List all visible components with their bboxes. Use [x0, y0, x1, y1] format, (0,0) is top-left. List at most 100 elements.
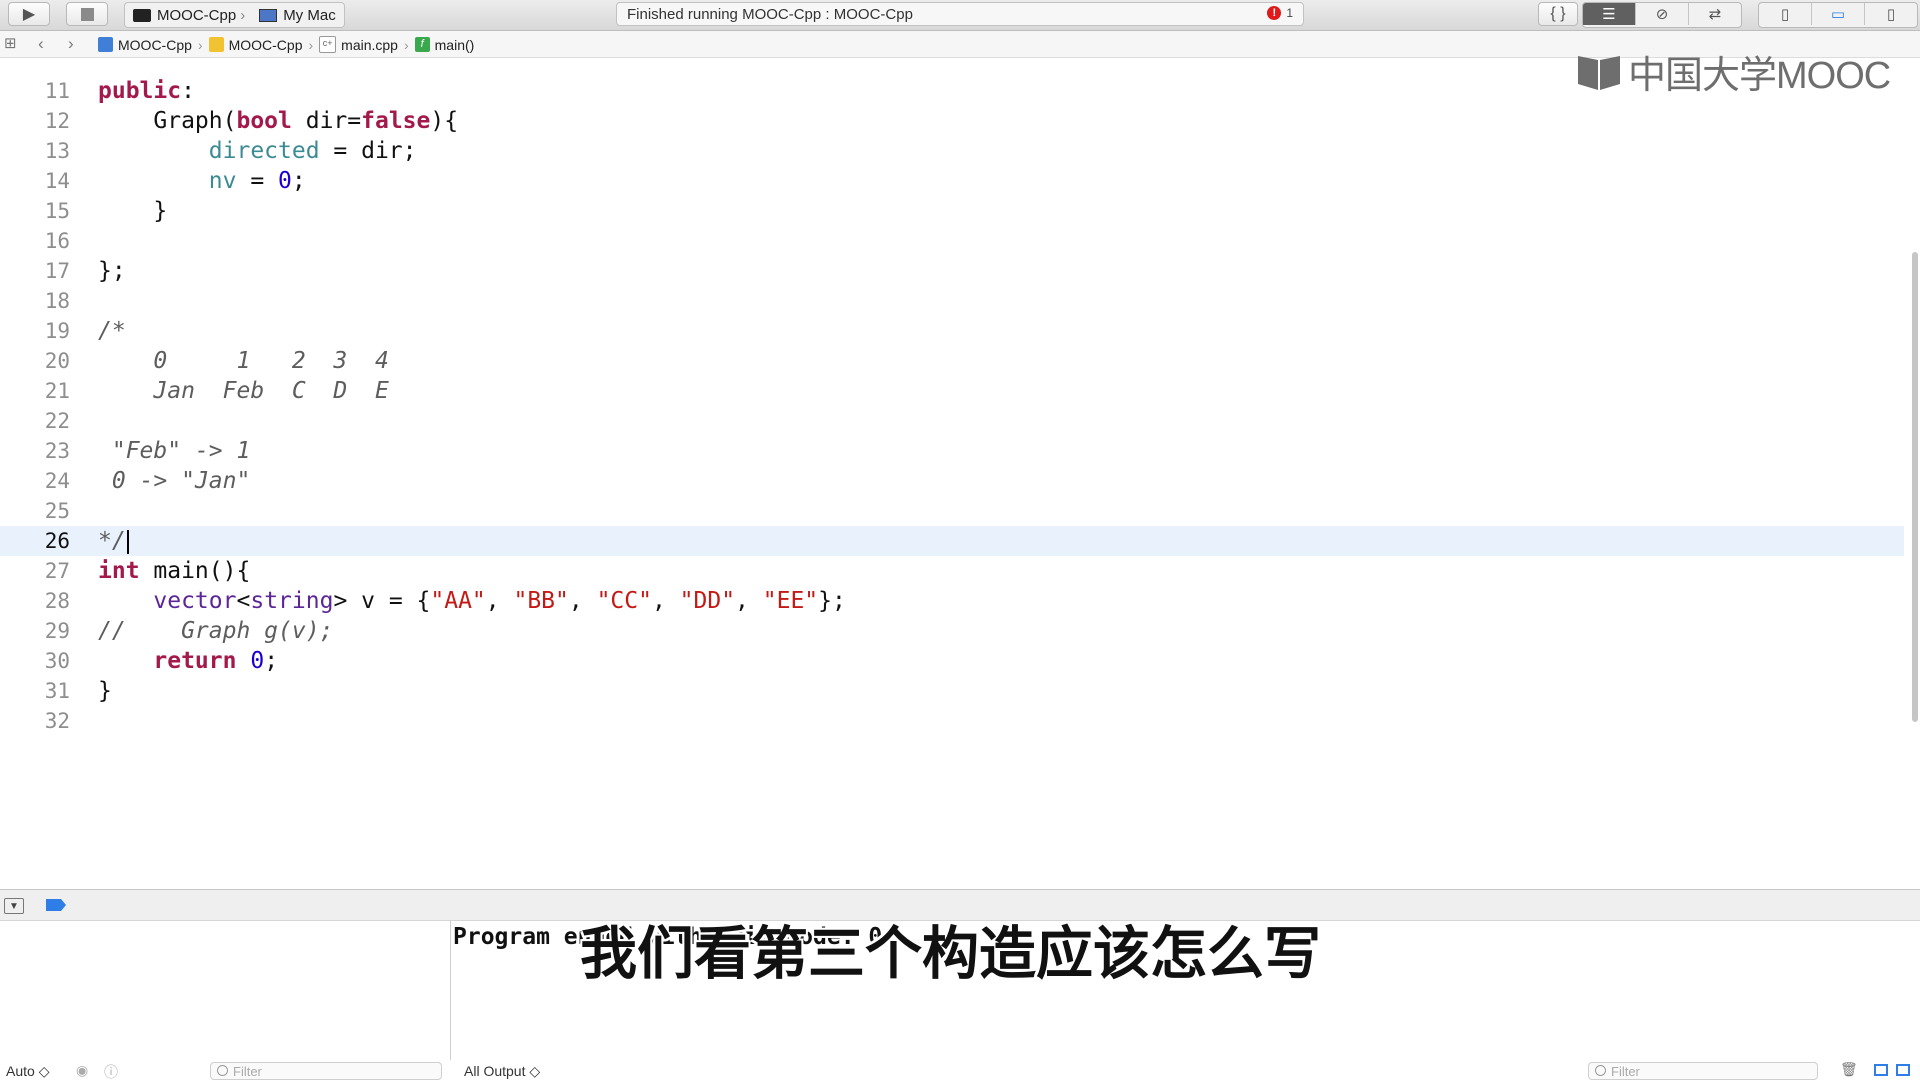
lines-icon: ☰: [1602, 6, 1616, 23]
line-number: 16: [44, 229, 70, 253]
code-text: };: [98, 258, 126, 284]
split-right-icon[interactable]: [1896, 1064, 1910, 1076]
code-line: 22: [0, 406, 1904, 436]
forward-button[interactable]: ›: [68, 34, 74, 54]
toggle-navigator-button[interactable]: ▯: [1759, 3, 1812, 25]
crumb-function[interactable]: main(): [435, 37, 475, 53]
code-line: 23 "Feb" -> 1: [0, 436, 1904, 466]
stop-button[interactable]: [66, 2, 108, 26]
rings-icon: ⊘: [1655, 6, 1669, 23]
line-number: 30: [44, 649, 70, 673]
line-number: 22: [44, 409, 70, 433]
code-text: directed = dir;: [208, 138, 417, 164]
line-number: 19: [44, 319, 70, 343]
play-icon: ▶: [22, 6, 36, 23]
version-editor-button[interactable]: ⇄: [1689, 3, 1741, 25]
folder-icon: [208, 37, 224, 52]
info-icon[interactable]: ⓘ: [104, 1062, 118, 1082]
line-number: 26: [44, 529, 70, 553]
code-text: int main(){: [98, 558, 251, 584]
mac-icon: [259, 8, 278, 22]
code-line: 30 return 0;: [0, 646, 1904, 676]
auto-variables-selector[interactable]: Auto ◇: [6, 1063, 49, 1080]
variables-view[interactable]: [0, 920, 451, 1060]
toggle-debug-area-button[interactable]: ▭: [1812, 3, 1865, 25]
current-code-line: 26 */: [0, 526, 1904, 556]
filter-placeholder: Filter: [233, 1063, 262, 1079]
activity-status: Finished running MOOC-Cpp : MOOC-Cpp ! 1: [616, 2, 1304, 26]
right-panel-icon: ▯: [1886, 6, 1896, 23]
back-button[interactable]: ‹: [38, 34, 44, 54]
console-filter-placeholder: Filter: [1611, 1063, 1640, 1079]
line-number: 28: [44, 589, 70, 613]
terminal-icon: [133, 8, 151, 22]
trash-icon[interactable]: 🗑: [1840, 1061, 1858, 1078]
crumb-file[interactable]: main.cpp: [341, 37, 398, 53]
code-line: 13 directed = dir;: [0, 136, 1904, 166]
line-number: 12: [44, 109, 70, 133]
code-line: 28 vector<string> v = {"AA", "BB", "CC",…: [0, 586, 1904, 616]
code-line: 15 }: [0, 196, 1904, 226]
video-subtitle: 我们看第三个构造应该怎么写: [580, 921, 1321, 987]
code-line: 21 Jan Feb C D E: [0, 376, 1904, 406]
standard-editor-button[interactable]: ☰: [1583, 3, 1636, 25]
editor-scrollbar[interactable]: [1912, 252, 1918, 722]
code-text: Jan Feb C D E: [98, 378, 389, 404]
output-selector[interactable]: All Output ◇: [464, 1063, 540, 1080]
error-badge[interactable]: ! 1: [1267, 6, 1293, 20]
code-line: 20 0 1 2 3 4: [0, 346, 1904, 376]
code-line: 16: [0, 226, 1904, 256]
eye-icon[interactable]: ◉: [76, 1062, 88, 1079]
line-number: 14: [44, 169, 70, 193]
code-text: 0 -> "Jan": [98, 468, 251, 494]
code-line: 18: [0, 286, 1904, 316]
assistant-editor-button[interactable]: ⊘: [1636, 3, 1689, 25]
code-text: public:: [98, 78, 195, 104]
swap-arrows-icon: ⇄: [1708, 6, 1722, 23]
library-button[interactable]: { }: [1538, 2, 1578, 26]
filter-icon: [217, 1065, 228, 1076]
function-icon: f: [414, 37, 430, 52]
scheme-device: My Mac: [283, 6, 336, 24]
hide-debug-area-button[interactable]: ▼: [4, 898, 24, 914]
source-editor[interactable]: 11 public: 12 Graph(bool dir=false){ 13 …: [0, 62, 1904, 890]
line-number: 18: [44, 289, 70, 313]
line-number: 13: [44, 139, 70, 163]
code-line: 29 // Graph g(v);: [0, 616, 1904, 646]
line-number: 11: [44, 79, 70, 103]
scheme-target: MOOC-Cpp: [157, 6, 237, 24]
code-text: // Graph g(v);: [98, 618, 334, 644]
code-text: }: [98, 198, 168, 224]
crumb-project[interactable]: MOOC-Cpp: [118, 37, 192, 53]
run-button[interactable]: ▶: [8, 2, 50, 26]
breadcrumb: MOOC-Cpp › MOOC-Cpp › c+ main.cpp › f ma…: [98, 36, 474, 53]
crumb-folder[interactable]: MOOC-Cpp: [229, 37, 303, 53]
line-number: 31: [44, 679, 70, 703]
code-line: 17 };: [0, 256, 1904, 286]
editor-mode-control: ☰ ⊘ ⇄: [1582, 2, 1742, 28]
view-toggle-control: ▯ ▭ ▯: [1758, 2, 1918, 28]
related-items-icon[interactable]: ⊞: [4, 34, 17, 52]
code-text: */: [98, 526, 129, 556]
error-icon: !: [1267, 6, 1282, 20]
chevron-down-icon: ▼: [9, 900, 19, 912]
text-caret: [126, 529, 129, 554]
line-number: 32: [44, 709, 70, 733]
bottom-panel-icon: ▭: [1830, 6, 1846, 23]
variables-filter-input[interactable]: Filter: [210, 1062, 442, 1080]
code-text-segment: */: [98, 528, 126, 554]
scheme-selector[interactable]: MOOC-Cpp › My Mac: [124, 2, 345, 28]
code-text: return 0;: [153, 648, 279, 674]
toggle-utilities-button[interactable]: ▯: [1865, 3, 1917, 25]
code-text: Graph(bool dir=false){: [98, 108, 459, 134]
code-text: }: [98, 678, 112, 704]
status-text: Finished running MOOC-Cpp : MOOC-Cpp: [627, 5, 913, 23]
split-left-icon[interactable]: [1874, 1064, 1888, 1076]
breakpoints-toggle-button[interactable]: [46, 899, 66, 911]
line-number: 21: [44, 379, 70, 403]
code-text: 0 1 2 3 4: [98, 348, 389, 374]
console-filter-input[interactable]: Filter: [1588, 1062, 1818, 1080]
chevron-right-icon: ›: [308, 36, 314, 53]
cpp-file-icon: c+: [319, 36, 337, 53]
code-text: vector<string> v = {"AA", "BB", "CC", "D…: [153, 588, 846, 614]
